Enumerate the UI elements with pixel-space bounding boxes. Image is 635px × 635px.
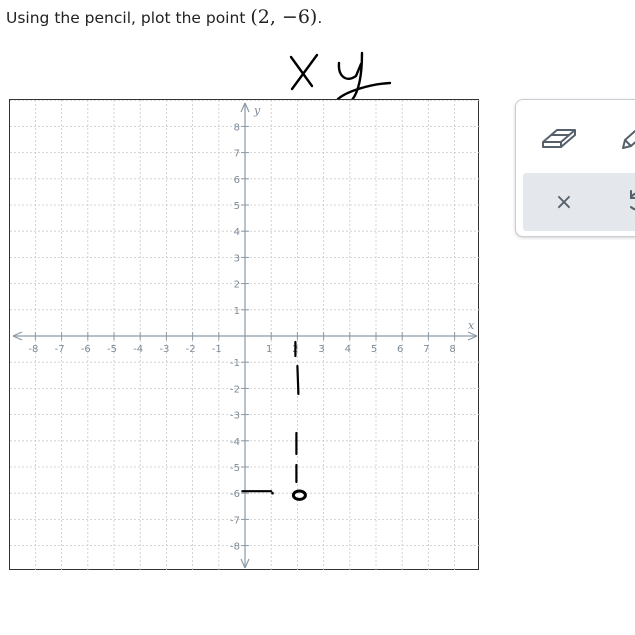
y-tick-label: -2 bbox=[230, 384, 240, 395]
y-tick-label: -7 bbox=[230, 515, 240, 526]
y-tick-label: 1 bbox=[234, 306, 240, 317]
x-axis-label: x bbox=[468, 319, 475, 332]
x-tick-label: -3 bbox=[159, 344, 169, 355]
x-tick-label: 7 bbox=[423, 344, 429, 355]
y-tick-label: 3 bbox=[234, 253, 240, 264]
pencil-icon bbox=[622, 129, 635, 149]
y-tick-label: -8 bbox=[230, 542, 240, 553]
y-axis-label: y bbox=[253, 104, 261, 117]
handwritten-ink bbox=[241, 340, 307, 501]
x-tick-label: -1 bbox=[212, 344, 222, 355]
y-tick-label: -1 bbox=[230, 358, 240, 369]
pencil-button[interactable] bbox=[610, 114, 635, 160]
x-tick-label: 4 bbox=[345, 344, 351, 355]
eraser-icon bbox=[542, 129, 576, 148]
x-tick-label: 5 bbox=[371, 344, 377, 355]
y-tick-label: 8 bbox=[234, 122, 240, 133]
coordinate-grid[interactable]: -8 -7 -6 -5 -4 -3 -2 -1 1 2 3 4 5 6 7 887654321-1-2-3-4… bbox=[10, 100, 480, 571]
drawing-tool-panel: × bbox=[515, 99, 635, 237]
x-tick-label: -8 bbox=[28, 344, 38, 355]
x-tick-label: 8 bbox=[449, 344, 455, 355]
handwritten-x-stroke-2 bbox=[290, 53, 319, 91]
axes bbox=[12, 102, 478, 569]
y-tick-label: 6 bbox=[234, 175, 240, 186]
undo-button[interactable] bbox=[615, 179, 635, 225]
ink-dot bbox=[271, 491, 274, 495]
eraser-button[interactable] bbox=[536, 114, 582, 160]
y-tick-label: -5 bbox=[230, 463, 240, 474]
x-tick-label: -6 bbox=[81, 344, 91, 355]
x-tick-label: -2 bbox=[186, 344, 196, 355]
x-tick-label: 1 bbox=[266, 344, 272, 355]
tool-action-row: × bbox=[523, 173, 635, 231]
x-tick-label: -4 bbox=[133, 344, 143, 355]
clear-button[interactable]: × bbox=[541, 179, 587, 225]
x-tick-label: -5 bbox=[107, 344, 117, 355]
y-tick-label: -3 bbox=[230, 411, 240, 422]
y-tick-label: -4 bbox=[230, 437, 240, 448]
y-tick-label: -6 bbox=[230, 489, 240, 500]
y-tick-label: 4 bbox=[234, 227, 240, 238]
graph-canvas[interactable]: -8 -7 -6 -5 -4 -3 -2 -1 1 2 3 4 5 6 7 8 8 7 6 5 4 3 2 1 -1 -2 -3 -4… bbox=[9, 99, 480, 571]
x-tick-label: -7 bbox=[55, 344, 65, 355]
y-tick-label: 5 bbox=[234, 201, 240, 212]
tick-labels: -8 -7 -6 -5 -4 -3 -2 -1 1 2 3 4 5 6 7 887654321-1-2-3-4… bbox=[28, 104, 475, 553]
clear-icon: × bbox=[554, 189, 574, 215]
x-tick-label: 6 bbox=[397, 344, 403, 355]
x-tick-label: 3 bbox=[318, 344, 324, 355]
handwritten-y-stroke-1 bbox=[337, 61, 363, 80]
undo-icon bbox=[630, 190, 635, 211]
handwritten-x-stroke-1 bbox=[289, 55, 314, 88]
y-tick-label: 7 bbox=[234, 149, 240, 160]
ink-guide-vertical bbox=[296, 364, 300, 396]
plotted-point bbox=[291, 489, 307, 501]
y-tick-label: 2 bbox=[234, 280, 240, 291]
